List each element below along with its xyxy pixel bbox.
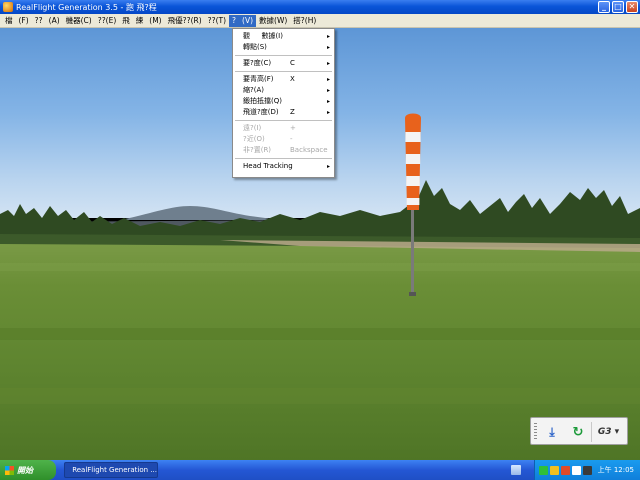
menubar-item[interactable]: ??(T) xyxy=(205,15,229,27)
submenu-arrow-icon: ▸ xyxy=(326,76,330,83)
menu-separator xyxy=(235,158,332,159)
view-menu-item[interactable]: 要青高(F) X ▸ xyxy=(233,74,334,85)
menubar-item[interactable]: 檔 xyxy=(2,15,16,27)
taskbar-app-button[interactable]: RealFlight Generation ... xyxy=(64,462,158,478)
antivirus-icon[interactable] xyxy=(561,465,570,475)
menubar-item[interactable]: 飛優??(R) xyxy=(165,15,205,27)
view-menu-item: 非?置(R) Backspace xyxy=(233,145,334,156)
maximize-icon: □ xyxy=(614,2,622,11)
view-menu-item[interactable]: 觀 數據(I) ▸ xyxy=(233,31,334,42)
system-tray: 上午 12:05 xyxy=(534,460,640,480)
menubar-item[interactable]: 練 xyxy=(133,15,147,27)
windows-logo-icon xyxy=(5,465,14,475)
menubar-item[interactable]: 搭?(H) xyxy=(290,15,319,27)
view-menu-item[interactable]: 縮?(A) ▸ xyxy=(233,85,334,96)
menubar-item[interactable]: (M) xyxy=(146,15,164,27)
menubar-item[interactable]: (F) xyxy=(16,15,32,27)
start-label: 開始 xyxy=(17,465,33,475)
grass-band xyxy=(0,328,640,340)
close-button[interactable]: ✕ xyxy=(626,1,638,13)
submenu-arrow-icon: ▸ xyxy=(326,44,330,51)
view-menu-item: 遠?(I) + xyxy=(233,123,334,134)
maximize-button[interactable]: □ xyxy=(612,1,624,13)
view-dropdown-menu: 觀 數據(I) ▸ 轉點(S) ▸ 要?度(C) C ▸ 要青高(F) X ▸ 縮?(A) ▸ 鍛拍抵擋… xyxy=(232,28,335,178)
menu-item-label: 非?置(R) xyxy=(243,146,272,154)
menubar-item[interactable]: (A) xyxy=(46,15,63,27)
view-menu-item[interactable]: 轉點(S) ▸ xyxy=(233,42,334,53)
menu-item-shortcut: X xyxy=(290,75,295,83)
windsock-pole-base xyxy=(409,292,416,296)
start-button[interactable]: 開始 xyxy=(0,460,56,480)
menu-item-label: 縮?(A) xyxy=(243,86,264,94)
menu-item-label: 遠?(I) xyxy=(243,124,262,132)
windsock xyxy=(405,113,421,210)
menu-item-shortcut: + xyxy=(290,124,296,132)
minimize-button[interactable]: _ xyxy=(598,1,610,13)
grass-band xyxy=(0,263,640,271)
title-bar[interactable]: RealFlight Generation 3.5 - 跑 飛?程 _ □ ✕ xyxy=(0,0,640,14)
submenu-arrow-icon: ▸ xyxy=(326,109,330,116)
view-menu-item: ?近(O) - xyxy=(233,134,334,145)
submenu-arrow-icon: ▸ xyxy=(326,98,330,105)
menubar-item[interactable]: ? xyxy=(229,14,240,27)
menubar-item[interactable]: ?? xyxy=(32,15,46,27)
menu-item-label: 要?度(C) xyxy=(243,59,272,67)
submenu-arrow-icon: ▸ xyxy=(326,60,330,67)
menubar-item[interactable]: ??(E) xyxy=(95,15,120,27)
menubar-item[interactable]: 機器(C) xyxy=(63,15,95,27)
floating-toolbar: ⤓ ↻ G3 ▾ xyxy=(530,417,628,445)
download-button[interactable]: ⤓ xyxy=(542,422,562,442)
network-icon[interactable] xyxy=(539,465,548,475)
toolbar-grip-handle[interactable] xyxy=(534,423,537,441)
taskbar-app-label: RealFlight Generation ... xyxy=(72,466,157,474)
close-icon: ✕ xyxy=(628,2,636,11)
refresh-button[interactable]: ↻ xyxy=(568,422,588,442)
menu-item-label: ?近(O) xyxy=(243,135,265,143)
clock[interactable]: 上午 12:05 xyxy=(598,465,634,475)
minimize-icon: _ xyxy=(602,2,606,11)
submenu-arrow-icon: ▸ xyxy=(326,163,330,170)
volume-icon[interactable] xyxy=(572,465,581,475)
grass-band xyxy=(0,388,640,404)
menubar-item[interactable]: 數據(W) xyxy=(256,15,290,27)
g3-menu-button[interactable]: G3 ▾ xyxy=(591,422,625,442)
realflight-app-icon xyxy=(3,2,13,12)
show-desktop-icon[interactable] xyxy=(511,465,521,475)
submenu-arrow-icon: ▸ xyxy=(326,33,330,40)
menu-item-label: Head Tracking xyxy=(243,162,293,170)
menu-item-shortcut: Z xyxy=(290,108,295,116)
distant-mountain xyxy=(120,206,280,220)
view-menu-item[interactable]: Head Tracking ▸ xyxy=(233,161,334,172)
menu-item-shortcut: C xyxy=(290,59,295,67)
language-icon[interactable] xyxy=(550,465,559,475)
menu-separator xyxy=(235,120,332,121)
menu-item-shortcut: - xyxy=(290,135,293,143)
taskbar: 開始 RealFlight Generation ... 上午 12:05 xyxy=(0,460,640,480)
menu-item-label: 鍛拍抵擋(Q) xyxy=(243,97,282,105)
menubar-item[interactable]: (V) xyxy=(239,14,257,27)
submenu-arrow-icon: ▸ xyxy=(326,87,330,94)
menu-separator xyxy=(235,55,332,56)
menubar-item[interactable]: 飛 xyxy=(119,15,133,27)
menu-separator xyxy=(235,71,332,72)
menu-item-shortcut: Backspace xyxy=(290,146,328,154)
menu-item-label: 觀 數據(I) xyxy=(243,32,283,40)
menu-bar: 檔 (F)?? (A) 機器(C) ??(E) 飛練 (M) 飛優??(R) ??(T)? (V)… xyxy=(0,14,640,28)
menu-item-label: 飛道?度(D) xyxy=(243,108,279,116)
menu-item-label: 要青高(F) xyxy=(243,75,274,83)
window-title: RealFlight Generation 3.5 - 跑 飛?程 xyxy=(16,2,157,12)
view-menu-item[interactable]: 鍛拍抵擋(Q) ▸ xyxy=(233,96,334,107)
view-menu-item[interactable]: 要?度(C) C ▸ xyxy=(233,58,334,69)
security-icon[interactable] xyxy=(583,465,592,475)
refresh-icon: ↻ xyxy=(572,424,584,440)
view-menu-item[interactable]: 飛道?度(D) Z ▸ xyxy=(233,107,334,118)
menu-item-label: 轉點(S) xyxy=(243,43,267,51)
download-icon: ⤓ xyxy=(549,424,555,439)
g3-logo-icon: G3 ▾ xyxy=(597,427,620,437)
